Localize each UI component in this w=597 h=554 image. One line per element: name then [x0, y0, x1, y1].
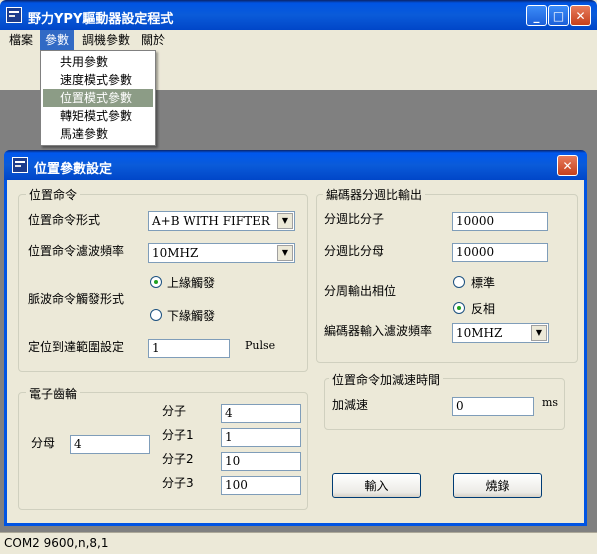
menu-parameters[interactable]: 參數 [40, 30, 75, 50]
gear-numerator2-input[interactable]: 10 [221, 452, 301, 471]
close-icon[interactable]: ✕ [570, 5, 591, 26]
pulse-trigger-label: 脈波命令觸發形式 [28, 292, 125, 306]
gear-numerator2-label: 分子2 [162, 452, 194, 466]
status-bar: COM2 9600,n,8,1 [0, 532, 597, 554]
position-params-dialog: 位置命令 位置命令形式 A+B WITH FIFTER ▼ 位置命令濾波頻率 1… [4, 150, 587, 526]
gear-numerator1-input[interactable]: 1 [221, 428, 301, 447]
gear-denominator-label: 分母 [31, 436, 56, 450]
chevron-down-icon[interactable]: ▼ [531, 325, 547, 341]
positioning-range-input[interactable]: 1 [148, 339, 230, 358]
encoder-numerator-label: 分週比分子 [324, 212, 385, 226]
gear-numerator3-label: 分子3 [162, 476, 194, 490]
phase-inverted-radio[interactable] [453, 302, 465, 314]
menu-about[interactable]: 關於 [136, 30, 170, 50]
menu-item-position-mode-params[interactable]: 位置模式參數 [43, 89, 153, 107]
dialog-close-icon[interactable]: ✕ [557, 155, 578, 176]
position-command-group-label: 位置命令 [26, 186, 81, 203]
accel-label: 加減速 [332, 398, 369, 412]
trigger-falling-radio[interactable] [150, 309, 162, 321]
menu-tuning-parameters[interactable]: 調機參數 [77, 30, 135, 50]
encoder-output-group-label: 編碼器分週比輸出 [323, 186, 426, 203]
menu-item-common-params[interactable]: 共用參數 [43, 53, 153, 71]
dialog-title: 位置參數設定 [34, 162, 113, 177]
trigger-rising-radio[interactable] [150, 276, 162, 288]
dialog-app-icon [12, 157, 28, 173]
chevron-down-icon[interactable]: ▼ [277, 245, 293, 261]
main-title-bar[interactable]: 野力YPY驅動器設定程式 _ □ ✕ [0, 0, 597, 30]
encoder-filter-label: 編碼器輸入濾波頻率 [324, 324, 433, 338]
gear-numerator-input[interactable]: 4 [221, 404, 301, 423]
positioning-range-label: 定位到達範圍設定 [28, 340, 125, 354]
encoder-denominator-input[interactable]: 10000 [452, 243, 548, 262]
chevron-down-icon[interactable]: ▼ [277, 213, 293, 229]
encoder-numerator-input[interactable]: 10000 [452, 212, 548, 231]
encoder-filter-value: 10MHZ [456, 326, 503, 340]
accel-unit: ms [542, 396, 559, 409]
menu-file[interactable]: 檔案 [4, 30, 38, 50]
trigger-rising-label[interactable]: 上緣觸發 [167, 274, 215, 291]
phase-standard-radio[interactable] [453, 276, 465, 288]
menu-item-speed-mode-params[interactable]: 速度模式參數 [43, 71, 153, 89]
position-filter-label: 位置命令濾波頻率 [28, 244, 125, 258]
position-command-format-label: 位置命令形式 [28, 213, 101, 227]
phase-standard-label[interactable]: 標準 [471, 274, 495, 291]
positioning-range-unit: Pulse [245, 339, 276, 352]
position-command-format-combo[interactable]: A+B WITH FIFTER ▼ [148, 211, 295, 231]
status-text: COM2 9600,n,8,1 [4, 536, 109, 550]
menubar: 檔案 參數 調機參數 關於 [0, 30, 597, 50]
phase-inverted-label[interactable]: 反相 [471, 300, 495, 317]
burn-button[interactable]: 燒錄 [453, 473, 542, 498]
divider-phase-label: 分周輸出相位 [324, 284, 397, 298]
position-filter-value: 10MHZ [152, 246, 199, 260]
accel-group-label: 位置命令加減速時間 [329, 371, 444, 388]
dialog-title-bar[interactable]: 位置參數設定 ✕ [4, 150, 587, 180]
encoder-filter-combo[interactable]: 10MHZ ▼ [452, 323, 549, 343]
input-button[interactable]: 輸入 [332, 473, 421, 498]
gear-numerator3-input[interactable]: 100 [221, 476, 301, 495]
menu-item-torque-mode-params[interactable]: 轉矩模式參數 [43, 107, 153, 125]
app-icon [6, 7, 22, 23]
trigger-falling-label[interactable]: 下緣觸發 [167, 307, 215, 324]
gear-denominator-input[interactable]: 4 [70, 435, 150, 454]
maximize-icon[interactable]: □ [548, 5, 569, 26]
accel-input[interactable]: 0 [452, 397, 534, 416]
encoder-denominator-label: 分週比分母 [324, 244, 385, 258]
main-window-title: 野力YPY驅動器設定程式 [28, 12, 174, 27]
gear-numerator-label: 分子 [162, 404, 187, 418]
position-command-format-value: A+B WITH FIFTER [152, 214, 270, 228]
gear-numerator1-label: 分子1 [162, 428, 194, 442]
menu-item-motor-params[interactable]: 馬達參數 [43, 125, 153, 143]
parameters-dropdown-menu: 共用參數 速度模式參數 位置模式參數 轉矩模式參數 馬達參數 [40, 50, 156, 146]
minimize-icon[interactable]: _ [526, 5, 547, 26]
position-filter-combo[interactable]: 10MHZ ▼ [148, 243, 295, 263]
electronic-gear-group-label: 電子齒輪 [26, 385, 81, 402]
